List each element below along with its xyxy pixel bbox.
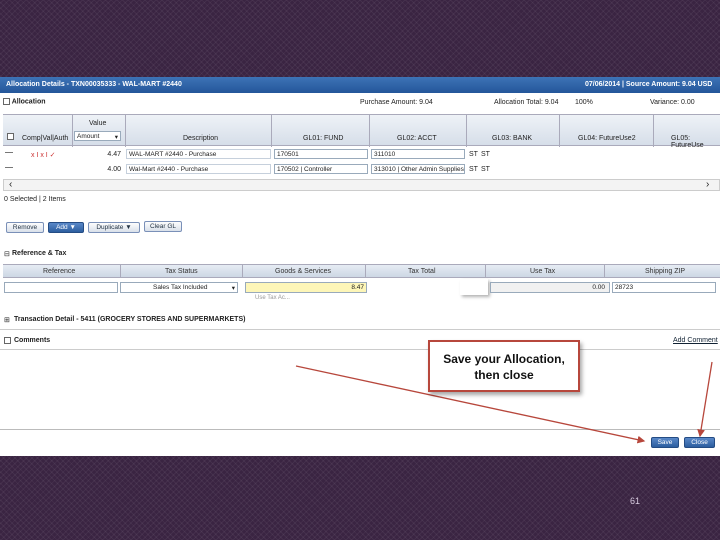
slide-page-number: 61 <box>630 496 641 506</box>
callout-box: Save your Allocation, then close <box>428 340 580 392</box>
callout-line-2: then close <box>474 368 534 382</box>
arrow-to-close-icon <box>697 361 713 438</box>
annotation-arrows <box>295 361 713 444</box>
callout-line-1: Save your Allocation, <box>443 352 565 366</box>
